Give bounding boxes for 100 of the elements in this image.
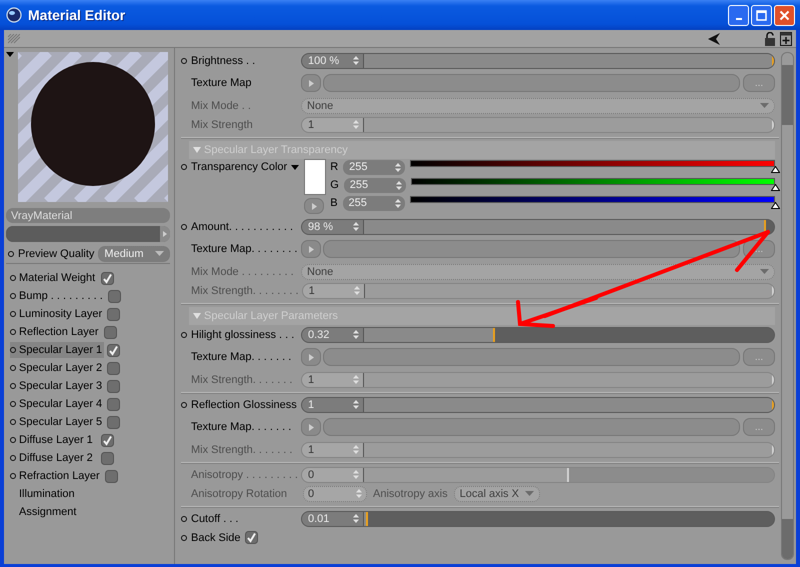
slider-thumb-icon[interactable] bbox=[770, 202, 780, 208]
field-label: Texture Map. . . . . . . bbox=[191, 421, 292, 433]
animation-dot-icon[interactable] bbox=[8, 250, 14, 256]
channel-item[interactable]: Diffuse Layer 2 bbox=[10, 450, 98, 466]
channel-item[interactable]: Assignment bbox=[10, 504, 98, 520]
spinner-icon[interactable] bbox=[394, 198, 401, 208]
caret-icon[interactable] bbox=[6, 52, 14, 58]
slider-field[interactable]: 100 % bbox=[301, 52, 775, 68]
spinner-icon[interactable] bbox=[353, 514, 359, 523]
expand-button[interactable] bbox=[301, 74, 321, 92]
checkbox[interactable] bbox=[108, 290, 121, 302]
field-label: Texture Map bbox=[191, 77, 252, 89]
maximize-button[interactable] bbox=[751, 4, 772, 26]
slider-fill[interactable] bbox=[6, 226, 160, 242]
channel-item[interactable]: Bump . . . . . . . . . bbox=[10, 288, 105, 304]
material-name-field[interactable]: VrayMaterial bbox=[6, 208, 170, 223]
channel-item[interactable]: Material Weight bbox=[10, 270, 98, 286]
slider-fill[interactable] bbox=[364, 398, 774, 412]
checkbox[interactable] bbox=[107, 380, 120, 392]
slider-thumb-icon[interactable] bbox=[770, 166, 780, 172]
slider-field[interactable]: 0.32 bbox=[301, 326, 775, 342]
checkbox[interactable] bbox=[101, 452, 114, 464]
slider-fill[interactable] bbox=[364, 54, 774, 68]
expand-button[interactable] bbox=[301, 240, 321, 258]
channel-item[interactable]: Specular Layer 3 bbox=[10, 378, 104, 394]
animation-dot-icon[interactable] bbox=[181, 534, 187, 540]
minimize-icon bbox=[736, 18, 742, 20]
channel-label: G bbox=[330, 179, 339, 191]
slider-field[interactable]: 0.01 bbox=[301, 510, 775, 526]
channel-item[interactable]: Refraction Layer bbox=[10, 468, 102, 484]
back-arrow-icon[interactable] bbox=[708, 32, 720, 44]
minimize-button[interactable] bbox=[728, 4, 749, 26]
checkbox[interactable] bbox=[107, 308, 120, 320]
color-swatch[interactable] bbox=[304, 159, 326, 195]
channel-item[interactable]: Reflection Layer bbox=[10, 324, 100, 340]
animation-dot-icon[interactable] bbox=[181, 402, 187, 408]
texture-field[interactable] bbox=[323, 74, 740, 92]
expand-button[interactable] bbox=[301, 348, 321, 366]
animation-dot-icon[interactable] bbox=[181, 58, 187, 64]
checkbox[interactable] bbox=[107, 344, 120, 356]
channel-item[interactable]: Specular Layer 4 bbox=[10, 396, 104, 412]
triangle-icon bbox=[312, 202, 317, 210]
field-label: Hilight glossiness . . . bbox=[191, 328, 294, 340]
slider-field[interactable]: 1 bbox=[301, 396, 775, 412]
field-value: 1 bbox=[308, 444, 314, 456]
spinner-icon[interactable] bbox=[395, 162, 402, 172]
channel-item[interactable]: Specular Layer 1 bbox=[10, 342, 104, 358]
channel-item[interactable]: Illumination bbox=[10, 486, 98, 502]
spinner-icon[interactable] bbox=[353, 330, 359, 339]
channel-value-field[interactable]: 255 bbox=[343, 160, 406, 174]
slider-thumb-icon[interactable] bbox=[770, 184, 780, 190]
texture-field[interactable] bbox=[323, 240, 740, 258]
checkbox[interactable] bbox=[107, 398, 120, 410]
animation-dot-icon[interactable] bbox=[181, 516, 187, 522]
field-label: Amount. . . . . . . . . . . bbox=[191, 220, 294, 232]
channel-item[interactable]: Diffuse Layer 1 bbox=[10, 432, 98, 448]
spinner-icon[interactable] bbox=[353, 222, 359, 231]
spinner-icon[interactable] bbox=[353, 56, 359, 65]
checkbox[interactable] bbox=[107, 362, 120, 374]
field-label: Mix Mode . . bbox=[191, 100, 251, 112]
channel-item[interactable]: Luminosity Layer bbox=[10, 306, 104, 322]
expand-button[interactable] bbox=[301, 418, 321, 436]
field-value: 100 % bbox=[308, 54, 340, 66]
quality-dropdown[interactable]: Medium bbox=[98, 246, 170, 262]
channel-value-field[interactable]: 255 bbox=[342, 196, 405, 210]
field-value: 0 bbox=[308, 468, 314, 480]
scrollbar[interactable] bbox=[781, 52, 794, 560]
expand-button[interactable] bbox=[304, 198, 324, 214]
new-window-icon[interactable] bbox=[780, 32, 792, 46]
slider-fill[interactable] bbox=[364, 220, 766, 234]
channel-value-field[interactable]: 255 bbox=[344, 178, 406, 192]
field-value: 0.01 bbox=[308, 512, 330, 524]
animation-dot-icon[interactable] bbox=[181, 224, 187, 230]
texture-field[interactable] bbox=[323, 348, 740, 366]
checkbox[interactable] bbox=[107, 416, 120, 428]
lock-icon[interactable] bbox=[764, 32, 776, 46]
slider-fill[interactable] bbox=[364, 328, 496, 342]
animation-dot-icon[interactable] bbox=[181, 332, 187, 338]
checkbox[interactable] bbox=[101, 272, 114, 284]
close-button[interactable] bbox=[774, 4, 795, 26]
field-label: Texture Map. . . . . . . . bbox=[191, 243, 298, 255]
channel-item[interactable]: Specular Layer 5 bbox=[10, 414, 104, 430]
channel-item[interactable]: Specular Layer 2 bbox=[10, 360, 104, 376]
animation-dot-icon[interactable] bbox=[181, 164, 187, 170]
grip-icon[interactable] bbox=[8, 34, 20, 44]
app-icon bbox=[6, 7, 22, 23]
slider-fill[interactable] bbox=[364, 512, 368, 526]
checkbox[interactable] bbox=[104, 470, 118, 482]
slider-field[interactable]: 98 % bbox=[301, 218, 775, 234]
caret-icon bbox=[155, 251, 164, 256]
checkbox[interactable] bbox=[101, 434, 114, 446]
caret-icon[interactable] bbox=[291, 164, 300, 170]
field-label: Texture Map. . . . . . . bbox=[191, 351, 292, 363]
texture-field[interactable] bbox=[323, 418, 740, 436]
spinner-icon[interactable] bbox=[353, 400, 359, 409]
checkbox[interactable] bbox=[104, 326, 116, 338]
field-label: Mix Strength bbox=[191, 118, 253, 130]
slider-thumb[interactable] bbox=[160, 226, 170, 242]
checkbox[interactable] bbox=[244, 531, 258, 544]
spinner-icon[interactable] bbox=[396, 180, 402, 190]
